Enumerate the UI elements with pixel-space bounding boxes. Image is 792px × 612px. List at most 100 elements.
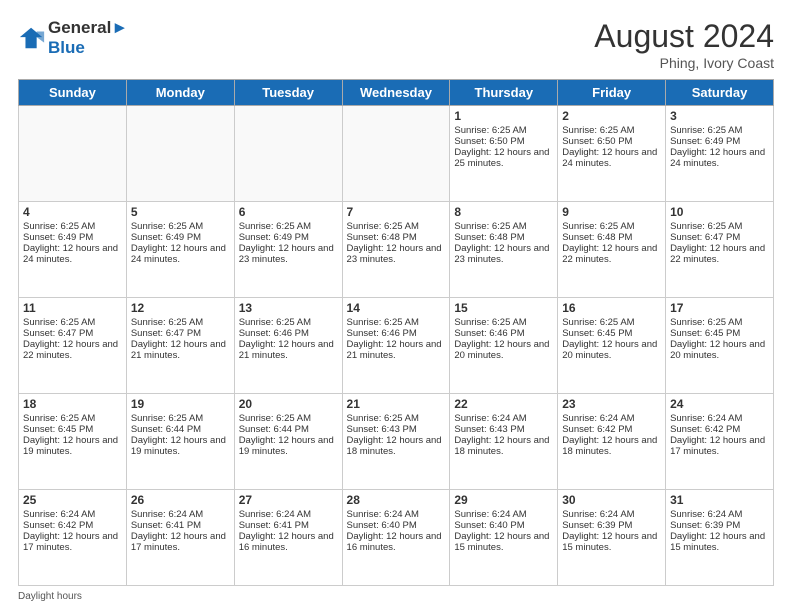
week-row-5: 25Sunrise: 6:24 AMSunset: 6:42 PMDayligh… bbox=[19, 490, 774, 586]
day-info: Sunrise: 6:25 AM bbox=[131, 317, 230, 328]
day-header-sunday: Sunday bbox=[19, 80, 127, 106]
day-header-thursday: Thursday bbox=[450, 80, 558, 106]
day-info: Daylight: 12 hours and 20 minutes. bbox=[670, 339, 769, 361]
day-info: Sunset: 6:42 PM bbox=[670, 424, 769, 435]
day-info: Daylight: 12 hours and 25 minutes. bbox=[454, 147, 553, 169]
day-info: Sunset: 6:49 PM bbox=[23, 232, 122, 243]
day-info: Sunset: 6:42 PM bbox=[562, 424, 661, 435]
calendar-cell: 30Sunrise: 6:24 AMSunset: 6:39 PMDayligh… bbox=[558, 490, 666, 586]
month-title: August 2024 bbox=[594, 18, 774, 55]
day-header-saturday: Saturday bbox=[666, 80, 774, 106]
day-info: Sunrise: 6:25 AM bbox=[131, 413, 230, 424]
calendar-cell: 31Sunrise: 6:24 AMSunset: 6:39 PMDayligh… bbox=[666, 490, 774, 586]
day-info: Daylight: 12 hours and 19 minutes. bbox=[131, 435, 230, 457]
week-row-4: 18Sunrise: 6:25 AMSunset: 6:45 PMDayligh… bbox=[19, 394, 774, 490]
calendar-cell: 22Sunrise: 6:24 AMSunset: 6:43 PMDayligh… bbox=[450, 394, 558, 490]
day-info: Sunrise: 6:25 AM bbox=[454, 125, 553, 136]
day-info: Sunset: 6:48 PM bbox=[347, 232, 446, 243]
day-number: 9 bbox=[562, 205, 661, 219]
day-info: Daylight: 12 hours and 22 minutes. bbox=[670, 243, 769, 265]
day-info: Sunset: 6:41 PM bbox=[131, 520, 230, 531]
calendar-cell: 7 Sunrise: 6:25 AMSunset: 6:48 PMDaylight… bbox=[342, 202, 450, 298]
day-number: 11 bbox=[23, 301, 122, 315]
day-info: Daylight: 12 hours and 24 minutes. bbox=[23, 243, 122, 265]
day-number: 10 bbox=[670, 205, 769, 219]
day-number: 5 bbox=[131, 205, 230, 219]
week-row-3: 11Sunrise: 6:25 AMSunset: 6:47 PMDayligh… bbox=[19, 298, 774, 394]
day-number: 25 bbox=[23, 493, 122, 507]
day-info: Daylight: 12 hours and 17 minutes. bbox=[670, 435, 769, 457]
logo: General► Blue bbox=[18, 18, 128, 58]
day-info: Sunset: 6:47 PM bbox=[670, 232, 769, 243]
day-info: Sunrise: 6:25 AM bbox=[239, 317, 338, 328]
footer: Daylight hours bbox=[18, 591, 774, 602]
day-info: Sunrise: 6:25 AM bbox=[239, 413, 338, 424]
day-info: Sunset: 6:49 PM bbox=[131, 232, 230, 243]
logo-icon bbox=[18, 24, 46, 52]
day-info: Daylight: 12 hours and 18 minutes. bbox=[562, 435, 661, 457]
day-number: 17 bbox=[670, 301, 769, 315]
calendar-cell bbox=[126, 106, 234, 202]
calendar-cell: 21Sunrise: 6:25 AMSunset: 6:43 PMDayligh… bbox=[342, 394, 450, 490]
day-number: 7 bbox=[347, 205, 446, 219]
day-info: Daylight: 12 hours and 21 minutes. bbox=[131, 339, 230, 361]
calendar-cell: 14Sunrise: 6:25 AMSunset: 6:46 PMDayligh… bbox=[342, 298, 450, 394]
day-info: Daylight: 12 hours and 20 minutes. bbox=[562, 339, 661, 361]
day-header-tuesday: Tuesday bbox=[234, 80, 342, 106]
day-info: Daylight: 12 hours and 17 minutes. bbox=[23, 531, 122, 553]
day-number: 15 bbox=[454, 301, 553, 315]
calendar-table: SundayMondayTuesdayWednesdayThursdayFrid… bbox=[18, 79, 774, 586]
day-info: Sunset: 6:39 PM bbox=[562, 520, 661, 531]
calendar-cell: 17Sunrise: 6:25 AMSunset: 6:45 PMDayligh… bbox=[666, 298, 774, 394]
calendar-cell: 19Sunrise: 6:25 AMSunset: 6:44 PMDayligh… bbox=[126, 394, 234, 490]
day-info: Sunrise: 6:25 AM bbox=[239, 221, 338, 232]
day-number: 29 bbox=[454, 493, 553, 507]
day-header-wednesday: Wednesday bbox=[342, 80, 450, 106]
day-info: Sunrise: 6:25 AM bbox=[562, 317, 661, 328]
day-info: Sunrise: 6:24 AM bbox=[670, 509, 769, 520]
day-info: Sunrise: 6:24 AM bbox=[670, 413, 769, 424]
day-info: Sunrise: 6:24 AM bbox=[562, 413, 661, 424]
day-info: Daylight: 12 hours and 24 minutes. bbox=[131, 243, 230, 265]
calendar-cell: 29Sunrise: 6:24 AMSunset: 6:40 PMDayligh… bbox=[450, 490, 558, 586]
day-info: Daylight: 12 hours and 17 minutes. bbox=[131, 531, 230, 553]
day-info: Sunrise: 6:24 AM bbox=[347, 509, 446, 520]
day-number: 31 bbox=[670, 493, 769, 507]
day-info: Sunset: 6:46 PM bbox=[347, 328, 446, 339]
day-info: Sunrise: 6:25 AM bbox=[347, 221, 446, 232]
day-info: Sunset: 6:46 PM bbox=[454, 328, 553, 339]
day-number: 20 bbox=[239, 397, 338, 411]
day-info: Daylight: 12 hours and 21 minutes. bbox=[347, 339, 446, 361]
day-header-friday: Friday bbox=[558, 80, 666, 106]
day-info: Daylight: 12 hours and 23 minutes. bbox=[347, 243, 446, 265]
day-info: Daylight: 12 hours and 20 minutes. bbox=[454, 339, 553, 361]
day-info: Sunset: 6:40 PM bbox=[347, 520, 446, 531]
day-number: 6 bbox=[239, 205, 338, 219]
day-info: Daylight: 12 hours and 21 minutes. bbox=[239, 339, 338, 361]
day-number: 13 bbox=[239, 301, 338, 315]
day-info: Daylight: 12 hours and 23 minutes. bbox=[239, 243, 338, 265]
day-number: 16 bbox=[562, 301, 661, 315]
day-header-monday: Monday bbox=[126, 80, 234, 106]
calendar-cell: 3Sunrise: 6:25 AMSunset: 6:49 PMDaylight… bbox=[666, 106, 774, 202]
day-info: Sunrise: 6:25 AM bbox=[454, 221, 553, 232]
day-info: Sunset: 6:49 PM bbox=[670, 136, 769, 147]
day-info: Sunset: 6:49 PM bbox=[239, 232, 338, 243]
calendar-cell: 4Sunrise: 6:25 AMSunset: 6:49 PMDaylight… bbox=[19, 202, 127, 298]
day-info: Sunrise: 6:24 AM bbox=[239, 509, 338, 520]
day-info: Daylight: 12 hours and 24 minutes. bbox=[670, 147, 769, 169]
calendar-cell: 20Sunrise: 6:25 AMSunset: 6:44 PMDayligh… bbox=[234, 394, 342, 490]
day-info: Sunrise: 6:25 AM bbox=[562, 125, 661, 136]
day-info: Sunrise: 6:25 AM bbox=[454, 317, 553, 328]
calendar-cell: 16 Sunrise: 6:25 AMSunset: 6:45 PMDayligh… bbox=[558, 298, 666, 394]
day-info: Sunrise: 6:25 AM bbox=[347, 317, 446, 328]
calendar-cell bbox=[234, 106, 342, 202]
calendar-cell: 5Sunrise: 6:25 AMSunset: 6:49 PMDaylight… bbox=[126, 202, 234, 298]
day-info: Daylight: 12 hours and 23 minutes. bbox=[454, 243, 553, 265]
day-info: Sunset: 6:39 PM bbox=[670, 520, 769, 531]
day-info: Daylight: 12 hours and 22 minutes. bbox=[562, 243, 661, 265]
day-info: Sunset: 6:45 PM bbox=[562, 328, 661, 339]
calendar-cell: 8Sunrise: 6:25 AMSunset: 6:48 PMDaylight… bbox=[450, 202, 558, 298]
day-number: 26 bbox=[131, 493, 230, 507]
day-number: 19 bbox=[131, 397, 230, 411]
